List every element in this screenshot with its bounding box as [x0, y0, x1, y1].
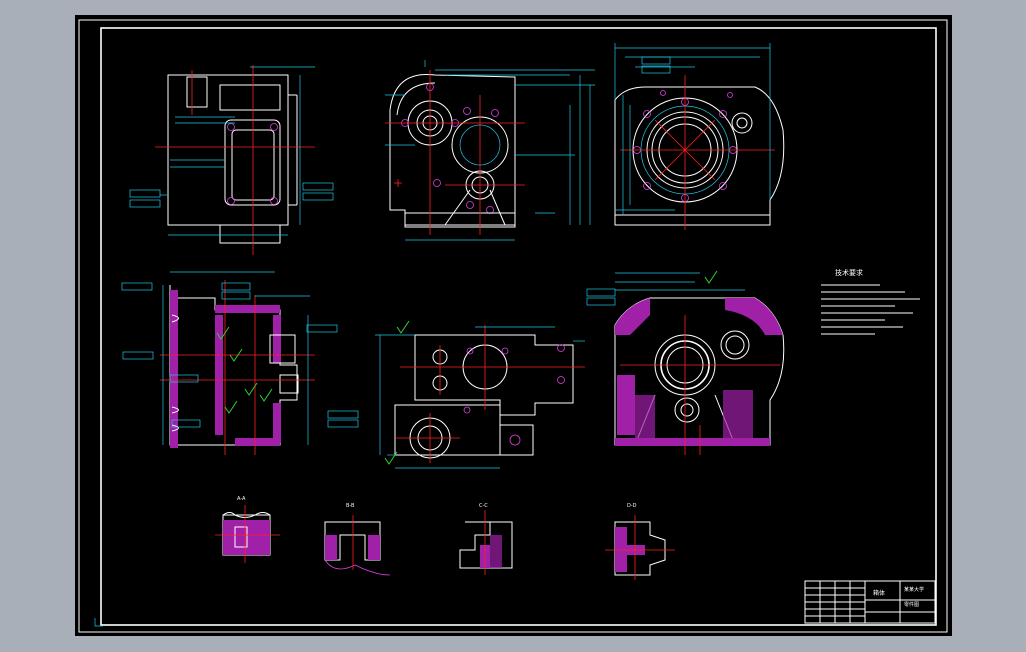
tech-notes — [821, 284, 920, 335]
cad-viewport[interactable]: 技术要求 A-A B-B C-C D-D 箱体 某某大学 零件图 — [75, 15, 952, 636]
detail-section-b — [324, 515, 391, 576]
section-label-c: C-C — [479, 503, 488, 509]
title-block-school: 某某大学 — [904, 586, 924, 593]
drawing-outer-border — [78, 19, 948, 633]
view-front-middle — [385, 60, 595, 241]
section-label-a: A-A — [237, 496, 246, 502]
detail-section-a — [215, 505, 280, 563]
view-section-left — [121, 271, 359, 455]
section-label-d: D-D — [627, 503, 637, 509]
detail-section-d — [605, 515, 675, 580]
view-top-middle — [375, 320, 585, 469]
detail-section-c — [459, 510, 513, 575]
view-section-right — [586, 270, 785, 455]
view-side-right — [614, 43, 785, 230]
tech-requirements-title: 技术要求 — [835, 268, 863, 277]
title-block-drawing-type: 零件图 — [904, 601, 919, 608]
title-block-part-name: 箱体 — [873, 589, 885, 597]
section-label-b: B-B — [346, 503, 355, 509]
engineering-drawing: 技术要求 A-A B-B C-C D-D 箱体 某某大学 零件图 — [78, 19, 948, 633]
view-front-left — [129, 65, 334, 255]
